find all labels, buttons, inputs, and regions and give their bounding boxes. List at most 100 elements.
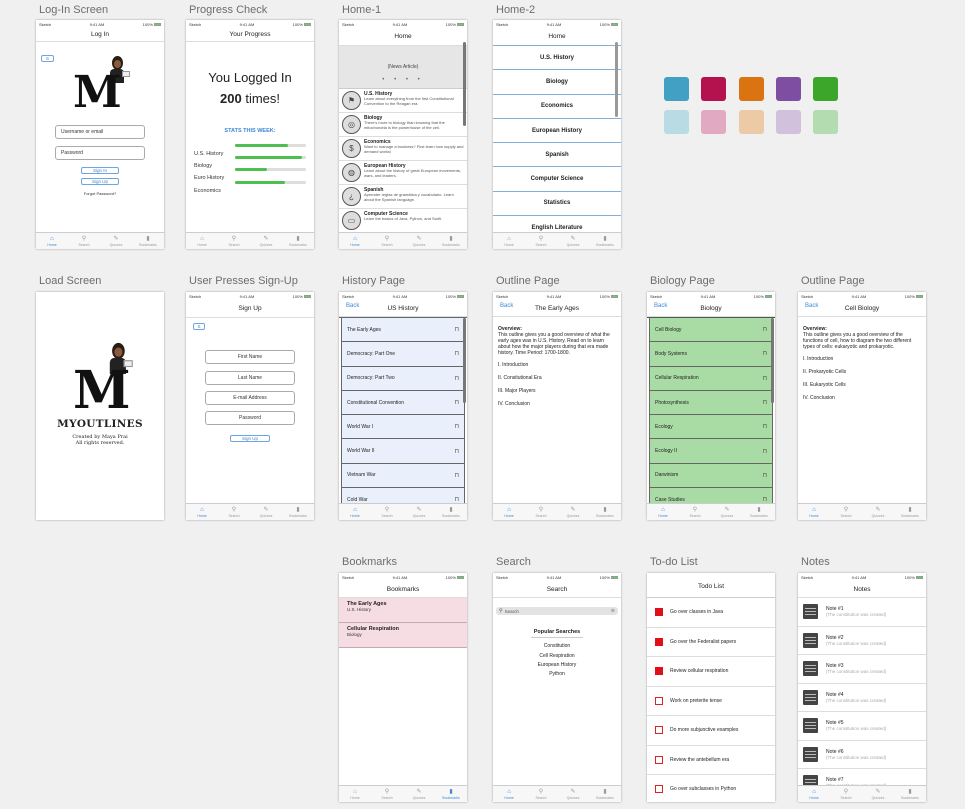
list-item[interactable]: ¿ Spanish Aprender reglas de gramática y v…: [339, 185, 467, 209]
outline-section[interactable]: I. Introduction: [498, 362, 616, 368]
tab-quizzes[interactable]: ✎ Quizzes: [403, 233, 435, 249]
sign-up-button[interactable]: Sign Up: [230, 435, 270, 442]
bookmark-icon[interactable]: ⊓: [762, 472, 767, 479]
list-item[interactable]: ⚑ U.S. History Learn about everything from…: [339, 89, 467, 113]
sign-up-button[interactable]: Sign Up: [81, 178, 119, 185]
password-field[interactable]: Password: [55, 146, 145, 160]
outline-section[interactable]: II. Consitutional Era: [498, 375, 616, 381]
topic-row[interactable]: Vietnam War ⊓: [341, 463, 465, 489]
note-row[interactable]: Note #3 (The constitution was created): [798, 655, 926, 684]
popular-search[interactable]: Cell Respiration: [493, 653, 621, 659]
bookmark-icon[interactable]: ⊓: [454, 326, 459, 333]
outline-section[interactable]: III. Eukaryotic Cells: [803, 382, 921, 388]
tab-search[interactable]: ⚲ Search: [830, 786, 862, 802]
checkbox[interactable]: [655, 755, 663, 764]
tab-quizzes[interactable]: ✎ Quizzes: [862, 504, 894, 520]
topic-row[interactable]: Ecology II ⊓: [649, 439, 773, 464]
list-item[interactable]: $ Economics Want to manage a business? Fir…: [339, 137, 467, 161]
bookmark-icon[interactable]: ⊓: [454, 423, 459, 430]
bookmark-icon[interactable]: ⊓: [762, 423, 767, 430]
todo-item[interactable]: Review the antebellum era: [647, 746, 775, 775]
badge-s[interactable]: S: [193, 323, 205, 330]
forgot-password-link[interactable]: Forgot Password?: [36, 191, 164, 196]
topic-row[interactable]: Ecology ⊓: [649, 415, 773, 440]
tab-search[interactable]: ⚲ Search: [679, 504, 711, 520]
note-row[interactable]: Note #4 (The constitution was created): [798, 684, 926, 712]
note-row[interactable]: Note #5 (The constitution was created): [798, 712, 926, 741]
todo-item[interactable]: Review cellular respiration: [647, 657, 775, 687]
tab-quizzes[interactable]: ✎ Quizzes: [250, 504, 282, 520]
scrollbar[interactable]: [615, 42, 618, 117]
subject-item[interactable]: Spanish: [493, 143, 621, 168]
bookmark-icon[interactable]: ⊓: [454, 350, 459, 357]
tab-search[interactable]: ⚲ Search: [371, 504, 403, 520]
last-name-field[interactable]: Last Name: [205, 371, 295, 385]
checkbox[interactable]: [655, 637, 663, 646]
tab-quizzes[interactable]: ✎ Quizzes: [557, 504, 589, 520]
tab-search[interactable]: ⚲ Search: [830, 504, 862, 520]
note-row[interactable]: Note #6 (The constitution was created): [798, 741, 926, 769]
topic-row[interactable]: Body Systems ⊓: [649, 342, 773, 367]
tab-home[interactable]: ⌂ Home: [339, 233, 371, 249]
scrollbar[interactable]: [463, 318, 466, 403]
tab-bookmarks[interactable]: ▮ Bookmarks: [589, 786, 621, 802]
sign-in-button[interactable]: Sign In: [81, 167, 119, 174]
back-button[interactable]: Back: [500, 303, 513, 309]
tab-home[interactable]: ⌂ Home: [186, 504, 218, 520]
bookmark-row[interactable]: The Early Ages U.S. History: [339, 598, 467, 623]
subject-item[interactable]: European History: [493, 119, 621, 144]
tab-search[interactable]: ⚲ Search: [525, 504, 557, 520]
tab-search[interactable]: ⚲ Search: [525, 233, 557, 249]
popular-search[interactable]: Constitution: [493, 643, 621, 649]
tab-bookmarks[interactable]: ▮ Bookmarks: [894, 786, 926, 802]
checkbox[interactable]: [655, 667, 663, 676]
tab-search[interactable]: ⚲ Search: [68, 233, 100, 249]
popular-search[interactable]: European History: [493, 662, 621, 668]
outline-section[interactable]: III. Major Players: [498, 388, 616, 394]
tab-home[interactable]: ⌂ Home: [798, 504, 830, 520]
back-button[interactable]: Back: [805, 303, 818, 309]
popular-search[interactable]: Python: [493, 671, 621, 677]
tab-home[interactable]: ⌂ Home: [493, 504, 525, 520]
tab-bookmarks[interactable]: ▮ Bookmarks: [589, 233, 621, 249]
subject-item[interactable]: Biology: [493, 70, 621, 95]
scrollbar[interactable]: [463, 42, 466, 126]
bookmark-icon[interactable]: ⊓: [762, 399, 767, 406]
todo-item[interactable]: Go over classes in Java: [647, 598, 775, 628]
tab-bookmarks[interactable]: ▮ Bookmarks: [589, 504, 621, 520]
subject-item[interactable]: Statistics: [493, 192, 621, 217]
tab-bookmarks[interactable]: ▮ Bookmarks: [743, 504, 775, 520]
subject-item[interactable]: Economics: [493, 95, 621, 119]
outline-section[interactable]: II. Prokaryotic Cells: [803, 369, 921, 375]
tab-quizzes[interactable]: ✎ Quizzes: [862, 786, 894, 802]
tab-home[interactable]: ⌂ Home: [36, 233, 68, 249]
first-name-field[interactable]: First Name: [205, 350, 295, 364]
topic-row[interactable]: Constitutional Convention ⊓: [341, 390, 465, 416]
tab-home[interactable]: ⌂ Home: [493, 233, 525, 249]
list-item[interactable]: ◍ European History Learn about the history…: [339, 161, 467, 185]
tab-bookmarks[interactable]: ▮ Bookmarks: [435, 504, 467, 520]
tab-bookmarks[interactable]: ▮ Bookmarks: [282, 233, 314, 249]
tab-quizzes[interactable]: ✎ Quizzes: [557, 786, 589, 802]
topic-row[interactable]: Cell Biology ⊓: [649, 318, 773, 343]
password-field[interactable]: Password: [205, 411, 295, 425]
tab-bookmarks[interactable]: ▮ Bookmarks: [435, 233, 467, 249]
todo-item[interactable]: Go over subclasses in Python: [647, 775, 775, 802]
topic-row[interactable]: World War I ⊓: [341, 415, 465, 440]
tab-home[interactable]: ⌂ Home: [339, 504, 371, 520]
note-row[interactable]: Note #2 (The constitution was created): [798, 627, 926, 655]
topic-row[interactable]: The Early Ages ⊓: [341, 318, 465, 343]
topic-row[interactable]: Darwinism ⊓: [649, 463, 773, 489]
checkbox[interactable]: [655, 608, 663, 617]
todo-item[interactable]: Go over the Federalist papers: [647, 628, 775, 657]
bookmark-icon[interactable]: ⊓: [454, 448, 459, 455]
tab-quizzes[interactable]: ✎ Quizzes: [403, 786, 435, 802]
bookmark-row[interactable]: Cellular Respiration Biology: [339, 623, 467, 648]
news-carousel[interactable]: (News Article) • • • •: [339, 46, 467, 89]
topic-row[interactable]: Democracy: Part Two ⊓: [341, 366, 465, 391]
topic-row[interactable]: Democracy: Part One ⊓: [341, 342, 465, 367]
email-field[interactable]: E-mail Address: [205, 391, 295, 405]
bookmark-icon[interactable]: ⊓: [762, 350, 767, 357]
outline-section[interactable]: IV. Conclusion: [803, 395, 921, 401]
checkbox[interactable]: [655, 785, 663, 794]
